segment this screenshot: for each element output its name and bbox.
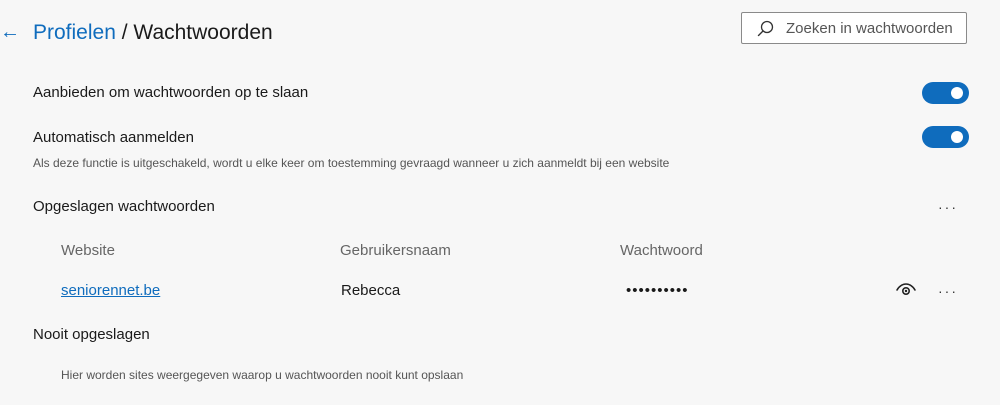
page-title: Profielen / Wachtwoorden <box>33 19 273 47</box>
saved-username: Rebecca <box>341 282 401 299</box>
auto-signin-description: Als deze functie is uitgeschakeld, wordt… <box>33 156 670 170</box>
search-icon <box>757 20 774 37</box>
offer-save-toggle[interactable] <box>922 82 969 104</box>
search-input[interactable] <box>786 13 964 43</box>
never-saved-empty-text: Hier worden sites weergegeven waarop u w… <box>61 368 464 382</box>
breadcrumb-current: Wachtwoorden <box>133 21 273 44</box>
offer-save-label: Aanbieden om wachtwoorden op te slaan <box>33 84 309 101</box>
breadcrumb-separator: / <box>115 21 134 44</box>
never-saved-heading: Nooit opgeslagen <box>33 326 150 343</box>
saved-passwords-more-button[interactable]: ··· <box>938 200 958 214</box>
column-header-username[interactable]: Gebruikersnaam <box>340 241 451 261</box>
breadcrumb-profiles-link[interactable]: Profielen <box>33 21 116 44</box>
toggle-knob <box>951 87 963 99</box>
saved-site-link[interactable]: seniorennet.be <box>61 281 160 301</box>
column-header-password[interactable]: Wachtwoord <box>620 241 703 261</box>
column-header-website[interactable]: Website <box>61 241 115 261</box>
auto-signin-toggle[interactable] <box>922 126 969 148</box>
saved-row-more-button[interactable]: ··· <box>938 284 958 298</box>
toggle-knob <box>951 131 963 143</box>
saved-passwords-heading: Opgeslagen wachtwoorden <box>33 198 215 215</box>
show-password-eye-icon[interactable] <box>895 282 917 298</box>
saved-password-masked: •••••••••• <box>626 282 689 299</box>
auto-signin-label: Automatisch aanmelden <box>33 129 194 146</box>
search-box[interactable] <box>741 12 967 44</box>
back-arrow-icon[interactable]: ← <box>0 20 20 44</box>
